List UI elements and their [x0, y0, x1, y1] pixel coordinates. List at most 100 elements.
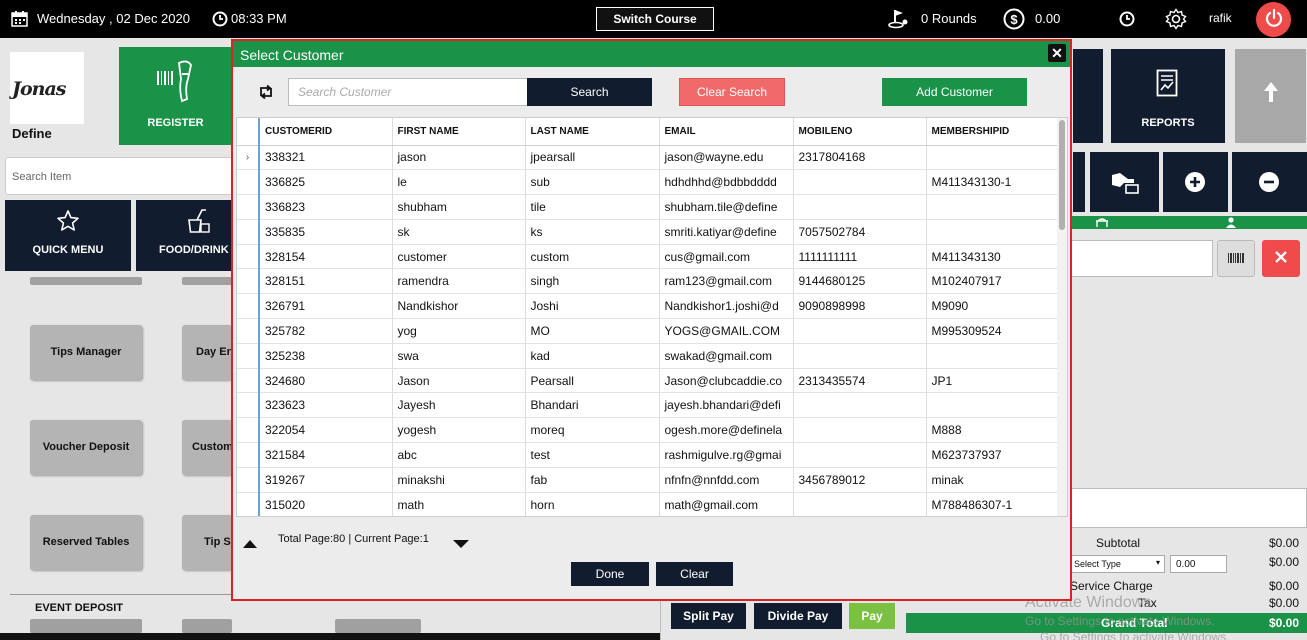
barcode-scanner-icon: [155, 59, 197, 106]
table-row[interactable]: 328151 ramendra singh ram123@gmail.com 91446…: [237, 268, 1059, 295]
column-header[interactable]: MOBILENO: [792, 118, 926, 146]
table-cell: smriti.katiyar@define: [658, 219, 793, 245]
current-row-indicator: ›: [237, 145, 259, 171]
clear-button[interactable]: Clear: [656, 562, 733, 586]
calendar-icon: [11, 11, 28, 30]
event-tile[interactable]: [335, 619, 421, 633]
table-cell: [925, 343, 1059, 369]
table-row[interactable]: 328154 customer custom cus@gmail.com 1111111…: [237, 244, 1059, 270]
table-cell: 325782: [258, 318, 392, 344]
table-cell: 336823: [258, 194, 392, 220]
table-row[interactable]: 325238 swa kad swakad@gmail.com: [237, 343, 1059, 369]
table-cell: yogesh: [391, 417, 525, 444]
previous-page-icon[interactable]: [242, 538, 258, 552]
scrollbar-thumb[interactable]: [1059, 120, 1065, 230]
done-button[interactable]: Done: [571, 562, 649, 586]
table-cell: test: [524, 442, 659, 468]
table-cell: 319267: [258, 467, 392, 493]
menu-tile-strip: [182, 277, 232, 285]
table-row[interactable]: › 338321 jason jpearsall jason@wayne.edu 2317…: [237, 145, 1059, 171]
table-row[interactable]: 336823 shubham tile shubham.tile@define: [237, 194, 1059, 220]
table-cell: 321584: [258, 442, 392, 468]
define-label: Define: [12, 126, 52, 141]
day-end-label: Day End: [196, 346, 232, 358]
table-cell: le: [391, 169, 525, 196]
row-selector: [237, 194, 259, 220]
pay-button[interactable]: Pay: [849, 603, 895, 629]
table-row[interactable]: 335835 sk ks smriti.katiyar@define 705750278…: [237, 219, 1059, 245]
scroll-up-button[interactable]: [1235, 49, 1306, 143]
table-cell: [925, 219, 1059, 245]
table-row[interactable]: 325782 yog MO YOGS@GMAIL.COM M995309524: [237, 318, 1059, 344]
add-quantity-button[interactable]: [1163, 152, 1228, 212]
remove-customer-button[interactable]: [1262, 240, 1300, 277]
discount-value: $0.00: [1268, 555, 1299, 569]
table-icon: [1095, 217, 1109, 231]
dialog-title: Select Customer: [240, 47, 344, 63]
column-header[interactable]: LAST NAME: [524, 118, 659, 146]
split-pay-button[interactable]: Split Pay: [671, 603, 746, 629]
next-page-icon[interactable]: [452, 538, 470, 552]
discount-type-select[interactable]: Select Type ▾: [1070, 555, 1165, 573]
history-clock-icon[interactable]: [1119, 11, 1135, 30]
power-button[interactable]: [1256, 2, 1291, 37]
voucher-deposit-button[interactable]: Voucher Deposit: [30, 420, 142, 475]
table-row[interactable]: 323623 Jayesh Bhandari jayesh.bhandari@defi: [237, 392, 1059, 419]
discount-amount-input[interactable]: 0.00: [1170, 555, 1227, 573]
refresh-icon[interactable]: [258, 84, 274, 102]
right-small-partial[interactable]: [1073, 152, 1085, 212]
row-selector: [237, 219, 259, 245]
search-button[interactable]: Search: [527, 78, 652, 106]
divide-pay-button[interactable]: Divide Pay: [754, 603, 842, 629]
report-icon: [1156, 69, 1178, 100]
gear-icon[interactable]: [1165, 8, 1187, 33]
table-cell: minakshi: [391, 467, 525, 493]
scan-card-button[interactable]: [1217, 240, 1255, 277]
table-row[interactable]: 319267 minakshi fab nfnfn@nnfdd.com 34567890…: [237, 467, 1059, 493]
row-selector: [237, 343, 259, 369]
table-cell: jason@wayne.edu: [658, 145, 793, 171]
remove-quantity-button[interactable]: [1232, 152, 1307, 212]
clear-search-button[interactable]: Clear Search: [679, 78, 785, 106]
table-row[interactable]: 324680 Jason Pearsall Jason@clubcaddie.co 23…: [237, 368, 1059, 394]
add-customer-button[interactable]: Add Customer: [882, 78, 1027, 106]
event-tile[interactable]: [30, 619, 142, 633]
reserved-tables-button[interactable]: Reserved Tables: [30, 515, 142, 570]
table-scrollbar[interactable]: [1057, 118, 1067, 516]
tip-share-button[interactable]: Tip Share: [182, 515, 232, 570]
reports-button[interactable]: REPORTS: [1111, 49, 1225, 143]
column-header[interactable]: FIRST NAME: [391, 118, 525, 146]
table-cell: Pearsall: [524, 368, 659, 394]
right-tile-partial[interactable]: [1073, 49, 1103, 143]
table-row[interactable]: 315020 math horn math@gmail.com M788486307-1: [237, 492, 1059, 516]
table-row[interactable]: 321584 abc test rashmigulve.rg@gmai M6237379…: [237, 442, 1059, 468]
register-button[interactable]: REGISTER: [119, 47, 232, 145]
hand-card-button[interactable]: [1090, 152, 1159, 212]
food-drink-button[interactable]: FOOD/DRINK: [136, 200, 232, 271]
day-end-button[interactable]: Day End: [182, 325, 232, 380]
customer-search-input[interactable]: [288, 78, 528, 106]
table-cell: ks: [524, 219, 659, 245]
tip-share-label: Tip Share: [204, 536, 232, 548]
quick-menu-button[interactable]: QUICK MENU: [5, 200, 131, 271]
customer-table: CUSTOMERID FIRST NAME LAST NAME EMAIL MO…: [237, 118, 1059, 516]
dialog-close-button[interactable]: ✕: [1048, 44, 1066, 62]
time-text: 08:33 PM: [231, 11, 287, 26]
customer-field[interactable]: [1070, 240, 1213, 277]
switch-course-button[interactable]: Switch Course: [596, 7, 714, 31]
table-cell: 328151: [258, 268, 392, 295]
table-row[interactable]: 326791 Nandkishor Joshi Nandkishor1.joshi@d…: [237, 293, 1059, 320]
table-row[interactable]: 336825 le sub hdhdhhd@bdbbdddd M411343130-1: [237, 169, 1059, 196]
event-tile[interactable]: [182, 619, 232, 633]
column-header[interactable]: CUSTOMERID: [258, 118, 392, 146]
top-bar: Wednesday , 02 Dec 2020 08:33 PM Switch …: [0, 0, 1307, 38]
table-cell: nfnfn@nnfdd.com: [658, 467, 793, 493]
table-cell: 336825: [258, 169, 392, 196]
table-cell: 323623: [258, 392, 392, 419]
tips-manager-button[interactable]: Tips Manager: [30, 325, 142, 380]
column-header[interactable]: MEMBERSHIPID: [925, 118, 1059, 146]
table-row[interactable]: 322054 yogesh moreq ogesh.more@definela M888: [237, 417, 1059, 444]
search-item-input[interactable]: Search Item: [5, 157, 233, 195]
column-header[interactable]: EMAIL: [658, 118, 793, 146]
customer-button[interactable]: Customer: [182, 420, 232, 475]
